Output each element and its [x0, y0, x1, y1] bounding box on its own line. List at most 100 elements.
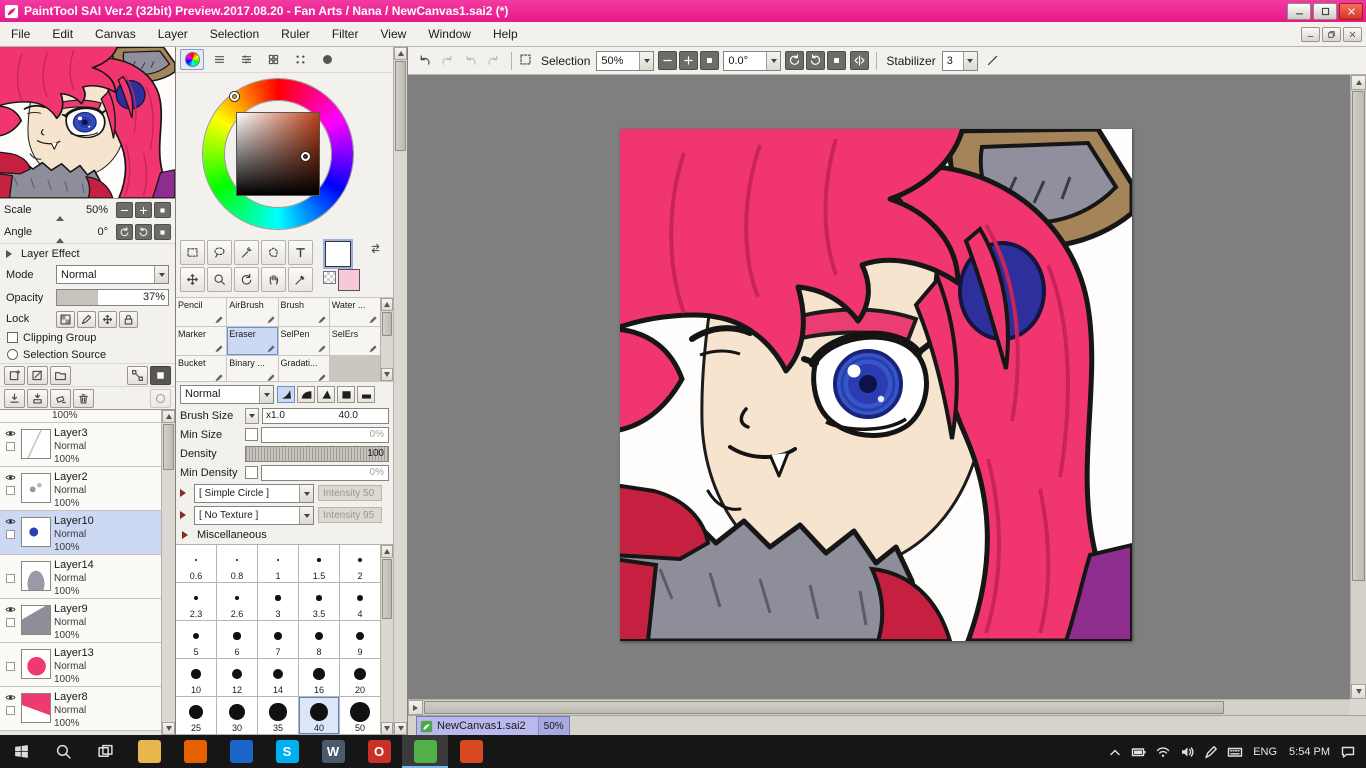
- brush-size-dropdown-button[interactable]: [245, 407, 259, 424]
- menu-ruler[interactable]: Ruler: [270, 22, 321, 46]
- tool-brush[interactable]: Brush: [278, 298, 329, 326]
- layer-row-layer9[interactable]: Layer9 Normal 100%: [0, 599, 161, 643]
- brush-size-50[interactable]: 50: [340, 697, 380, 734]
- view-zoom-select[interactable]: 50%: [596, 50, 655, 71]
- scroll-thumb[interactable]: [395, 61, 406, 151]
- pen-icon[interactable]: [1203, 744, 1219, 760]
- visibility-eye-icon[interactable]: [3, 516, 18, 527]
- clipping-group-row[interactable]: Clipping Group: [0, 329, 175, 346]
- document-close-button[interactable]: [1343, 26, 1362, 42]
- brush-size-30[interactable]: 30: [217, 697, 257, 734]
- swatch-grid-tab[interactable]: [261, 49, 285, 70]
- color-mixer-tab[interactable]: [315, 49, 339, 70]
- menu-selection[interactable]: Selection: [199, 22, 270, 46]
- undo-button[interactable]: [414, 50, 435, 71]
- angle-slider-marker[interactable]: [56, 234, 64, 243]
- new-folder-button[interactable]: [50, 365, 71, 385]
- taskbar-app-file-explorer[interactable]: [126, 735, 172, 768]
- canvas-document[interactable]: [620, 129, 1132, 641]
- layer-link-box[interactable]: [5, 618, 15, 627]
- zoom-out-button[interactable]: [116, 202, 133, 218]
- brush-size-1[interactable]: 1: [258, 545, 298, 582]
- menu-canvas[interactable]: Canvas: [84, 22, 147, 46]
- tip-dome-button[interactable]: [297, 385, 315, 403]
- layer-effect-header[interactable]: Layer Effect: [0, 243, 175, 263]
- brush-size-5[interactable]: 5: [176, 621, 216, 658]
- brush-size-0.6[interactable]: 0.6: [176, 545, 216, 582]
- rotate-tool[interactable]: [234, 267, 259, 292]
- transparent-color-swatch[interactable]: [323, 271, 336, 284]
- secondary-color-swatch[interactable]: [338, 269, 360, 291]
- visibility-eye-icon[interactable]: [3, 604, 18, 615]
- brush-size-20[interactable]: 20: [340, 659, 380, 696]
- panel-scrollbar[interactable]: [393, 47, 407, 735]
- color-sliders-tab[interactable]: [234, 49, 258, 70]
- primary-color-swatch[interactable]: [325, 241, 351, 267]
- tip-hard-button[interactable]: [317, 385, 335, 403]
- brush-size-10[interactable]: 10: [176, 659, 216, 696]
- brush-size-2.3[interactable]: 2.3: [176, 583, 216, 620]
- taskbar-app-firefox[interactable]: [172, 735, 218, 768]
- tip-flat-button[interactable]: [357, 385, 375, 403]
- transfer-down-button[interactable]: [4, 388, 25, 408]
- expand-triangle-icon[interactable]: [180, 511, 190, 519]
- layer-row-layer2[interactable]: Layer2 Normal 100%: [0, 467, 161, 511]
- search-button[interactable]: [42, 735, 84, 768]
- visibility-empty[interactable]: [3, 560, 18, 571]
- brush-size-40[interactable]: 40: [299, 697, 339, 734]
- maximize-button[interactable]: [1313, 2, 1337, 20]
- scroll-down-button[interactable]: [1351, 684, 1366, 699]
- brush-size-1.5[interactable]: 1.5: [299, 545, 339, 582]
- rotate-cw-button[interactable]: [135, 224, 152, 240]
- scroll-down-button[interactable]: [381, 722, 393, 735]
- tool-selers[interactable]: SelErs: [329, 327, 380, 355]
- layer-link-box[interactable]: [5, 442, 15, 451]
- scroll-down-button[interactable]: [381, 368, 393, 381]
- language-indicator[interactable]: ENG: [1251, 746, 1279, 758]
- canvas-horizontal-scrollbar[interactable]: [408, 699, 1350, 715]
- visibility-eye-icon[interactable]: [3, 692, 18, 703]
- min-size-box[interactable]: [245, 428, 258, 441]
- move-tool[interactable]: [180, 267, 205, 292]
- tip-soft-button[interactable]: [277, 385, 295, 403]
- visibility-eye-icon[interactable]: [3, 428, 18, 439]
- scroll-thumb[interactable]: [382, 312, 392, 336]
- merge-down-button[interactable]: [27, 388, 48, 408]
- tool-bucket[interactable]: Bucket: [176, 356, 227, 381]
- hue-marker[interactable]: [230, 92, 239, 101]
- taskbar-app-browser[interactable]: [448, 735, 494, 768]
- special-mode-button[interactable]: [150, 365, 171, 385]
- brush-size-35[interactable]: 35: [258, 697, 298, 734]
- selection-source-row[interactable]: Selection Source: [0, 346, 175, 363]
- swap-colors-icon[interactable]: [369, 242, 385, 258]
- title-bar[interactable]: PaintTool SAI Ver.2 (32bit) Preview.2017…: [0, 0, 1366, 22]
- layer-row-layer14[interactable]: Layer14 Normal 100%: [0, 555, 161, 599]
- poly-select[interactable]: [261, 240, 286, 265]
- brush-size-25[interactable]: 25: [176, 697, 216, 734]
- undo-alt-button[interactable]: [460, 50, 481, 71]
- layer-link-box[interactable]: [5, 662, 15, 671]
- saturation-marker[interactable]: [301, 152, 310, 161]
- clear-layer-button[interactable]: [50, 388, 71, 408]
- menu-file[interactable]: File: [0, 22, 41, 46]
- tool-water[interactable]: Water ...: [329, 298, 380, 326]
- zoom-in-button[interactable]: [679, 51, 699, 70]
- brush-texture-select[interactable]: [ No Texture ]: [194, 505, 314, 525]
- taskbar-app-skype[interactable]: S: [264, 735, 310, 768]
- brush-size-14[interactable]: 14: [258, 659, 298, 696]
- swatch-dots-tab[interactable]: [288, 49, 312, 70]
- layer-thumbnail[interactable]: [21, 605, 51, 635]
- brush-size-3.5[interactable]: 3.5: [299, 583, 339, 620]
- magic-wand[interactable]: [234, 240, 259, 265]
- brush-size-3[interactable]: 3: [258, 583, 298, 620]
- scroll-down-button[interactable]: [162, 722, 175, 735]
- color-wheel[interactable]: [176, 73, 393, 237]
- layer-thumbnail[interactable]: [21, 473, 51, 503]
- min-size-slider[interactable]: 0%: [261, 426, 389, 443]
- brush-size-12[interactable]: 12: [217, 659, 257, 696]
- rotate-reset-button[interactable]: [827, 51, 847, 70]
- rotate-ccw-button[interactable]: [785, 51, 805, 70]
- density-slider[interactable]: 100: [245, 445, 389, 462]
- close-button[interactable]: [1339, 2, 1363, 20]
- battery-icon[interactable]: [1131, 744, 1147, 760]
